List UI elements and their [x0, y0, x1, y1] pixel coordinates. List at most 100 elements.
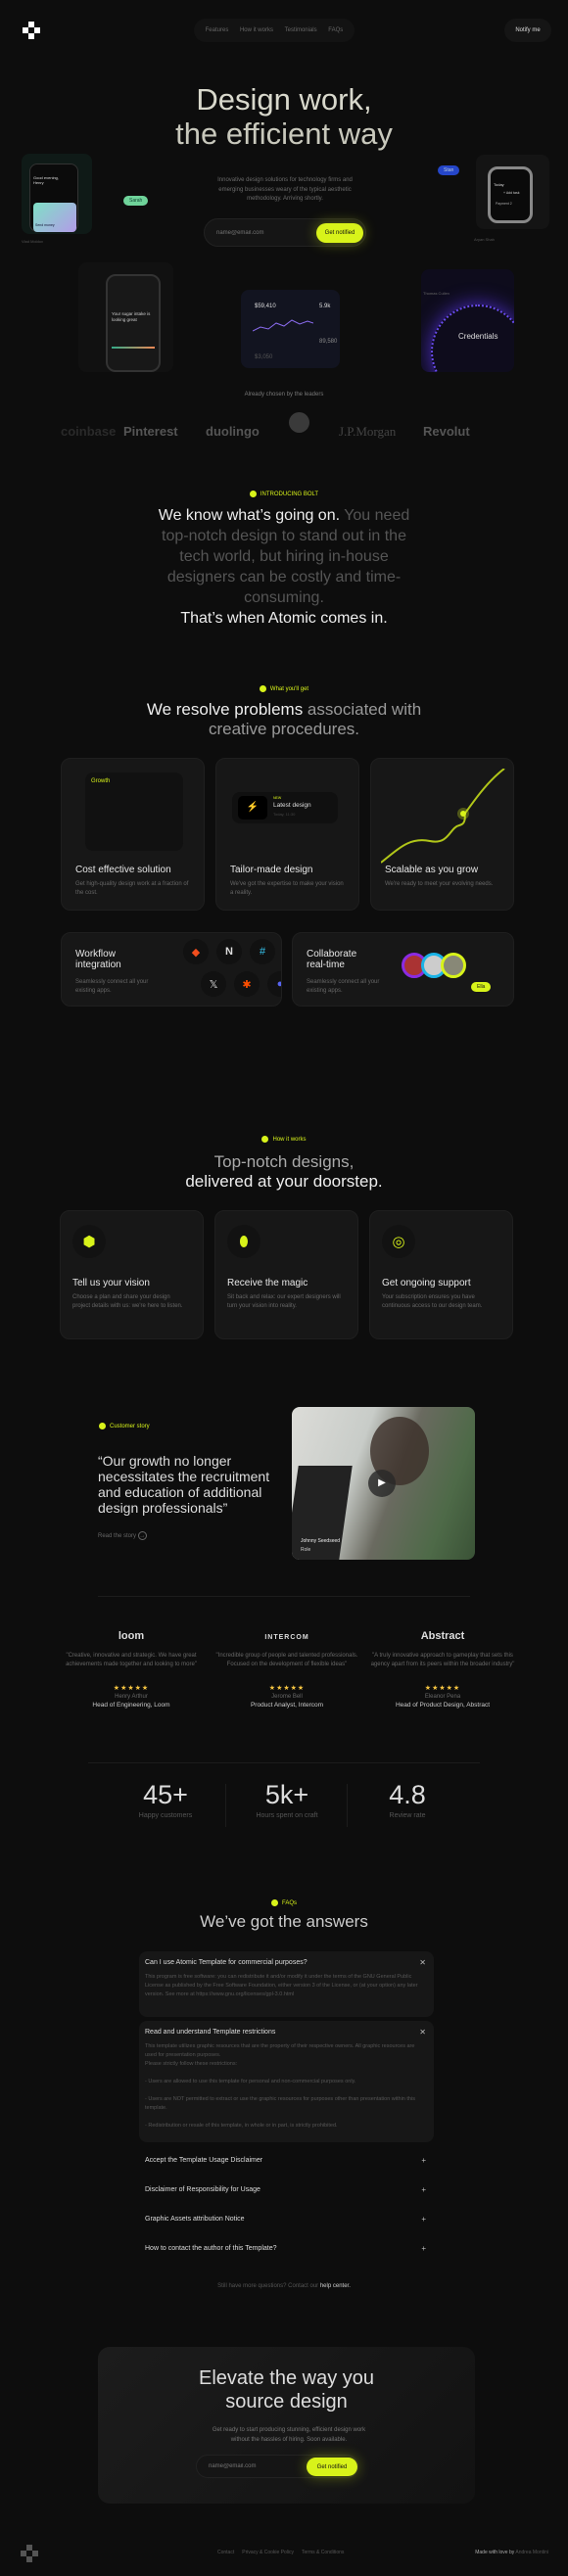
help-center-link[interactable]: help center.: [320, 2283, 351, 2289]
fingerprint-icon: ◎: [382, 1225, 415, 1258]
pill-icon: ⬮: [227, 1225, 260, 1258]
logo-revolut: Revolut: [423, 424, 470, 439]
dashboard-mockup: $59,410 5.9k 89,580 $3,050: [241, 290, 340, 368]
slack-icon: #: [250, 939, 275, 964]
intro-tag: INTRODUCING BOLT: [0, 491, 568, 497]
hero-subtitle: Innovative design solutions for technolo…: [217, 177, 353, 202]
intro-paragraph: We know what’s going on. You need top-no…: [158, 507, 410, 627]
leaders-label: Already chosen by the leaders: [244, 392, 324, 398]
footer-links: Contact Privacy & Cookie Policy Terms & …: [217, 2550, 344, 2555]
story-quote: “Our growth no longer necessitates the r…: [98, 1453, 270, 1516]
cta-get-notified-button[interactable]: Get notified: [307, 2458, 357, 2476]
stat: 45+ Happy customers: [138, 1780, 193, 1819]
app-icon: ●: [267, 971, 281, 997]
logo-jpmorgan: J.P.Morgan: [339, 424, 397, 439]
logo-coinbase: coinbase: [61, 424, 117, 439]
nav-features[interactable]: Features: [206, 27, 229, 33]
feature-card-scalable: Scalable as you grow We're ready to meet…: [370, 758, 514, 911]
notion-icon: N: [216, 939, 242, 964]
logo-badge-icon: [289, 412, 309, 433]
cursor-tag-sarah: Sarah: [123, 196, 149, 206]
feature-card-cost: Growth Cost effective solution Get high-…: [61, 758, 205, 911]
star-icon: [261, 1136, 269, 1143]
help-text: Still have more questions? Contact our h…: [217, 2283, 351, 2289]
star-icon: [99, 1423, 106, 1429]
divider: [98, 1596, 470, 1597]
hero-email-form: Get notified: [204, 218, 366, 247]
logo[interactable]: [23, 22, 40, 39]
close-icon[interactable]: ✕: [419, 2028, 426, 2037]
credentials-mockup: Thomas Cullen Credentials: [421, 269, 514, 372]
plus-icon[interactable]: +: [421, 2215, 426, 2224]
zapier-icon: ✱: [234, 971, 260, 997]
logo-icon: [21, 2545, 38, 2562]
how-tag: How it works: [0, 1136, 568, 1143]
close-icon[interactable]: ✕: [419, 1958, 426, 1967]
figma-icon: ◆: [183, 939, 209, 964]
cta-box: Elevate the way you source design Get rea…: [98, 2347, 475, 2504]
testimonial: Abstract "A truly innovative approach to…: [370, 1630, 515, 1709]
star-rating: ★★★★★: [268, 1685, 306, 1692]
how-heading: Top-notch designs, delivered at your doo…: [185, 1152, 383, 1191]
feature-card-collaborate: Collaborate real-time Seamlessly connect…: [292, 932, 514, 1007]
faq-item[interactable]: Accept the Template Usage Disclaimer +: [139, 2149, 434, 2173]
avatar: [441, 953, 466, 978]
faq-heading: We’ve got the answers: [200, 1912, 368, 1931]
divider: [88, 1762, 480, 1763]
notify-me-button[interactable]: Notify me: [504, 19, 551, 42]
step-card: ⬢ Tell us your vision Choose a plan and …: [60, 1210, 204, 1339]
logo-duolingo: duolingo: [206, 424, 260, 439]
star-rating: ★★★★★: [113, 1685, 150, 1692]
star-icon: [249, 491, 257, 497]
testimonial: loom "Creative, innovative and strategic…: [58, 1630, 205, 1709]
nav-faqs[interactable]: FAQs: [328, 27, 343, 33]
faq-item[interactable]: How to contact the author of this Templa…: [139, 2237, 434, 2261]
story-tag: Customer story: [99, 1423, 150, 1429]
phone-mockup-bottom: Your sugar intake is looking great: [78, 262, 173, 372]
arrow-right-icon: →: [137, 1531, 147, 1540]
growth-chart: [381, 769, 505, 864]
testimonial: INTERCOM "Incredible group of people and…: [213, 1630, 360, 1709]
read-story-link[interactable]: Read the story →: [98, 1531, 147, 1540]
feature-card-workflow: Workflow integration Seamlessly connect …: [61, 932, 282, 1007]
cursor-tag-stan: Stan: [438, 165, 460, 175]
phone-mockup-left: Good evening, Henry Send money: [22, 154, 92, 234]
logo-icon: [23, 22, 40, 39]
star-icon: [259, 685, 266, 692]
footer-privacy[interactable]: Privacy & Cookie Policy: [242, 2550, 294, 2555]
cta-email-form: Get notified: [196, 2455, 358, 2478]
faq-item[interactable]: Read and understand Template restriction…: [139, 2021, 434, 2142]
cta-title: Elevate the way you source design: [199, 2367, 374, 2412]
faq-tag: FAQs: [0, 1899, 568, 1906]
footer-logo[interactable]: [21, 2545, 38, 2562]
author-link[interactable]: Andrea Montini: [515, 2550, 548, 2555]
cube-icon: ⬢: [72, 1225, 106, 1258]
cta-email-input[interactable]: [209, 2456, 316, 2477]
plus-icon[interactable]: +: [421, 2185, 426, 2194]
hero-title: Design work, the efficient way: [175, 82, 393, 151]
step-card: ◎ Get ongoing support Your subscription …: [369, 1210, 513, 1339]
step-card: ⬮ Receive the magic Sit back and relax: …: [214, 1210, 358, 1339]
features-heading: We resolve problems associated with crea…: [146, 700, 422, 738]
nav-testimonials[interactable]: Testimonials: [285, 27, 317, 33]
faq-item[interactable]: Can I use Atomic Template for commercial…: [139, 1951, 434, 2017]
faq-item[interactable]: Graphic Assets attribution Notice +: [139, 2208, 434, 2231]
logo-pinterest: Pinterest: [123, 424, 178, 439]
plus-icon[interactable]: +: [421, 2244, 426, 2253]
nav-pill: Features How it works Testimonials FAQs: [194, 19, 355, 42]
watch-mockup: Today + Add task Payment 2: [476, 155, 549, 229]
footer-terms[interactable]: Terms & Conditions: [302, 2550, 344, 2555]
hero-get-notified-button[interactable]: Get notified: [316, 223, 363, 243]
plus-icon[interactable]: +: [421, 2156, 426, 2165]
star-icon: [270, 1899, 278, 1906]
stat: 5k+ Hours spent on craft: [256, 1780, 318, 1819]
story-video[interactable]: ▶ Johnny Seedseed Role: [292, 1407, 475, 1560]
footer-contact[interactable]: Contact: [217, 2550, 234, 2555]
play-button[interactable]: ▶: [368, 1470, 396, 1497]
faq-item[interactable]: Disclaimer of Responsibility for Usage +: [139, 2178, 434, 2202]
feature-card-tailor: ⚡ NEW Latest design Today, 11:30 Tailor-…: [215, 758, 359, 911]
nav-how-it-works[interactable]: How it works: [240, 27, 273, 33]
features-tag: What you'll get: [0, 685, 568, 692]
x-icon: 𝕏: [201, 971, 226, 997]
hero-email-input[interactable]: [216, 219, 324, 246]
